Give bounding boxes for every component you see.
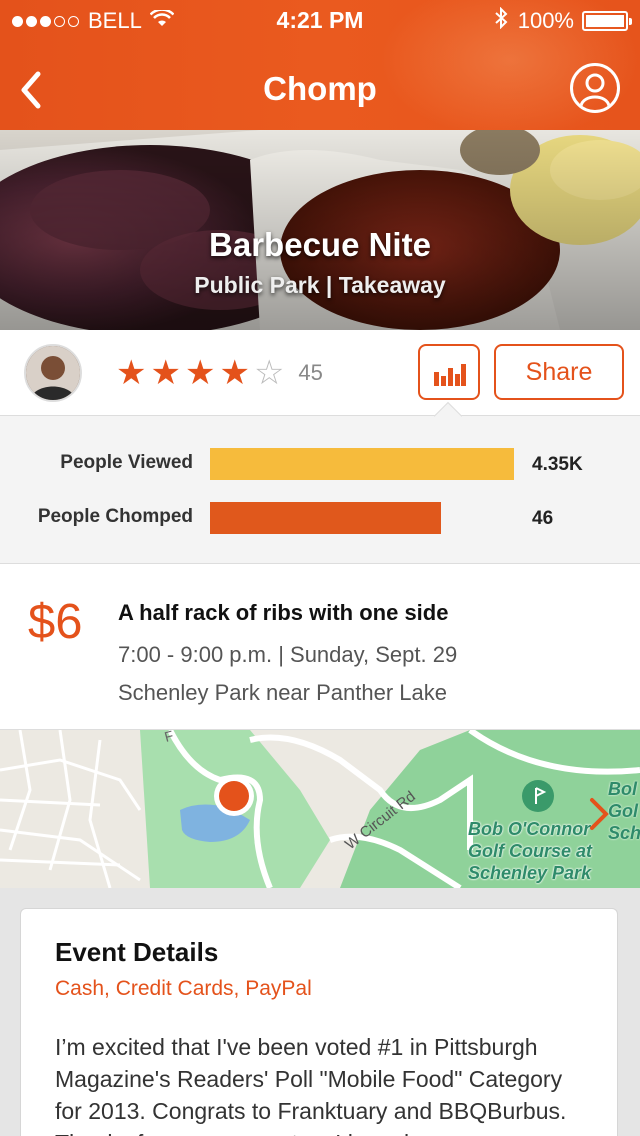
stat-row-viewed: People Viewed 4.35K [0,448,640,480]
edge-label-line: Sch [608,823,640,843]
event-title: Event Details [55,937,219,967]
bluetooth-icon [494,6,508,35]
profile-icon[interactable] [570,63,620,113]
stat-label: People Viewed [60,452,193,473]
vendor-subtitle: Public Park | Takeaway [194,272,446,298]
stat-label: People Chomped [37,506,193,527]
stat-bar-viewed [210,448,514,480]
vendor-name: Barbecue Nite [209,226,431,263]
battery-icon [582,11,632,31]
payment-methods: Cash, Credit Cards, PayPal [55,977,312,1000]
stat-value: 46 [532,508,554,529]
course-label-line: Schenley Park [468,863,592,883]
stat-row-chomped: People Chomped 46 [0,502,640,534]
chevron-right-icon[interactable] [588,796,612,832]
deal-price: $6 [28,595,83,649]
star-rating: ★ ★ ★ ★ ☆ 45 [116,356,323,390]
star-filled-icon: ★ [116,354,147,392]
stats-button[interactable] [418,344,480,400]
map-pin-icon [219,781,249,811]
stats-panel: People Viewed 4.35K People Chomped 46 [0,416,640,564]
star-empty-icon: ☆ [253,354,285,392]
deal-headline: A half rack of ribs with one side [118,600,449,625]
rating-count: 45 [298,360,323,385]
stat-value: 4.35K [532,454,583,475]
edge-label-line: Gol [608,801,638,821]
status-right: 100% [494,6,632,35]
avatar[interactable] [24,344,82,402]
event-details-card: Event Details Cash, Credit Cards, PayPal… [20,908,618,1136]
stat-bar-chomped [210,502,441,534]
status-bar: BELL 4:21 PM 100% [0,0,640,40]
nav-bar: Chomp [0,40,640,130]
header: BELL 4:21 PM 100% Chomp [0,0,640,130]
deal-location: Schenley Park near Panther Lake [118,680,447,705]
course-label-line: Bob O'Connor [468,819,591,839]
page-title: Chomp [263,70,377,107]
edge-label-line: Bol [608,779,637,799]
hero-image: Barbecue Nite Public Park | Takeaway [0,130,640,330]
deal-section: $6 A half rack of ribs with one side 7:0… [0,564,640,730]
action-row: ★ ★ ★ ★ ☆ 45 Share [0,330,640,416]
event-description: I’m excited that I've been voted #1 in P… [55,1034,567,1136]
edge-label: Bol Gol Sch [608,778,640,844]
course-label-line: Golf Course at [468,841,593,861]
star-filled-icon: ★ [150,354,181,392]
battery-percent: 100% [517,8,574,33]
share-button[interactable]: Share [494,344,624,400]
deal-time: 7:00 - 9:00 p.m. | Sunday, Sept. 29 [118,642,458,667]
star-filled-icon: ★ [184,354,216,392]
star-filled-icon: ★ [219,354,250,392]
golf-course-label: Bob O'Connor Golf Course at Schenley Par… [468,818,592,884]
bar-chart-icon [434,364,466,386]
location-map[interactable]: F W Circuit Rd Bob O'Connor Golf Course … [0,730,640,888]
